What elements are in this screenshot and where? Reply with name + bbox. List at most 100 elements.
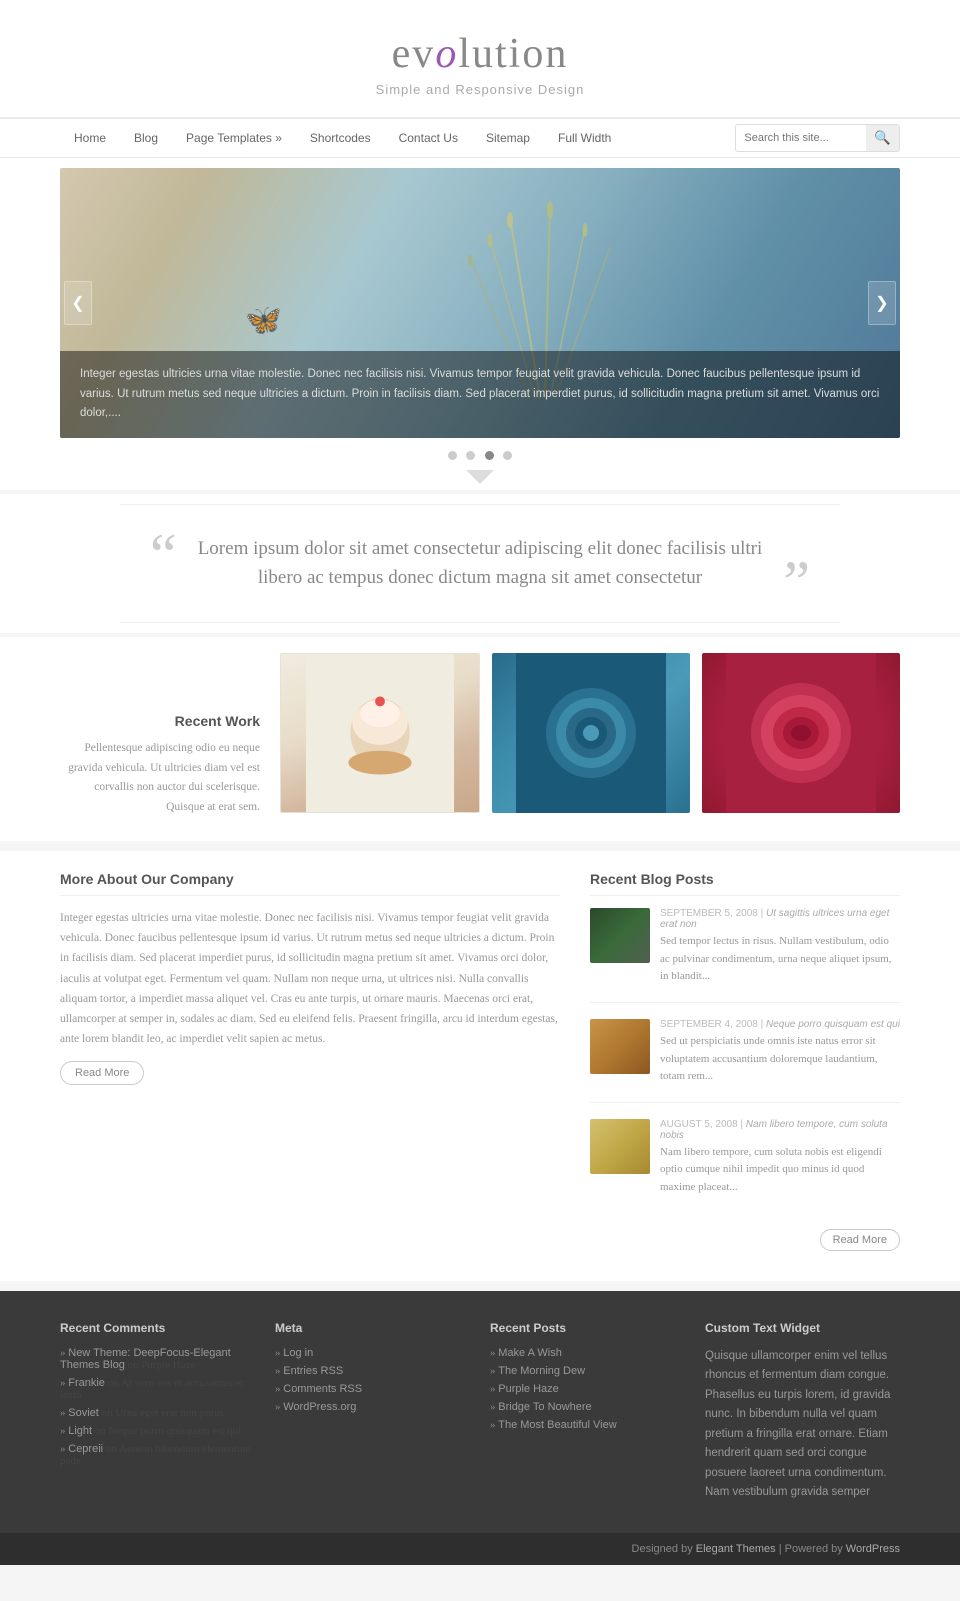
image-slider: 🦋 ❮ ❯ Integer egestas ultricies urna vit… — [60, 168, 900, 438]
quote-mark-right: ” — [783, 552, 810, 612]
footer-recent-comments: Recent Comments New Theme: DeepFocus-Ele… — [60, 1321, 255, 1503]
work-image-cupcake[interactable] — [280, 653, 480, 813]
site-header: evolution Simple and Responsive Design — [0, 0, 960, 118]
logo-o: o — [435, 31, 458, 77]
nav-menu: Home Blog Page Templates » Shortcodes Co… — [60, 119, 735, 157]
nav-link-blog[interactable]: Blog — [120, 119, 172, 157]
about-read-more[interactable]: Read More — [60, 1061, 144, 1085]
navigation-bar: Home Blog Page Templates » Shortcodes Co… — [0, 118, 960, 158]
footer-widget-text: Quisque ullamcorper enim vel tellus rhon… — [705, 1347, 900, 1503]
nav-link-contact[interactable]: Contact Us — [385, 119, 472, 157]
nav-link-templates[interactable]: Page Templates » — [172, 119, 296, 157]
blog-post-3-content: AUGUST 5, 2008 | Nam libero tempore, cum… — [660, 1119, 900, 1197]
blog-thumb-3[interactable] — [590, 1119, 650, 1174]
footer-post-4: Bridge To Nowhere — [490, 1401, 685, 1413]
blog-post-1-excerpt: Sed tempor lectus in risus. Nullam vesti… — [660, 933, 900, 986]
nav-item-contact[interactable]: Contact Us — [385, 119, 472, 157]
footer-grid: Recent Comments New Theme: DeepFocus-Ele… — [60, 1321, 900, 1503]
footer-meta-comments-link[interactable]: Comments RSS — [283, 1383, 362, 1395]
footer-meta-heading: Meta — [275, 1321, 470, 1335]
slider-prev-button[interactable]: ❮ — [64, 281, 92, 325]
blog-heading: Recent Blog Posts — [590, 871, 900, 896]
slider-dots — [60, 438, 900, 470]
footer-comment-3: Soviet on Urna eget erat non purus — [60, 1407, 255, 1419]
footer-bottom-text: Designed by Elegant Themes | Powered by … — [632, 1543, 900, 1555]
footer-comment-4-link[interactable]: Light — [68, 1425, 92, 1437]
about-section: More About Our Company Integer egestas u… — [60, 871, 560, 1250]
recent-work-description: Pellentesque adipiscing odio eu neque gr… — [60, 739, 260, 817]
about-heading: More About Our Company — [60, 871, 560, 896]
footer-meta-entries-link[interactable]: Entries RSS — [283, 1365, 343, 1377]
footer-post-3: Purple Haze — [490, 1383, 685, 1395]
slider-caption: Integer egestas ultricies urna vitae mol… — [60, 351, 900, 438]
nav-item-blog[interactable]: Blog — [120, 119, 172, 157]
work-text: Recent Work Pellentesque adipiscing odio… — [60, 653, 260, 817]
blog-thumb-2[interactable] — [590, 1019, 650, 1074]
footer-post-4-link[interactable]: Bridge To Nowhere — [498, 1401, 591, 1413]
blog-post-3-meta: AUGUST 5, 2008 | Nam libero tempore, cum… — [660, 1119, 900, 1141]
work-image-succulent[interactable] — [492, 653, 690, 813]
footer-meta-login: Log in — [275, 1347, 470, 1359]
nav-item-home[interactable]: Home — [60, 119, 120, 157]
footer-post-3-link[interactable]: Purple Haze — [498, 1383, 559, 1395]
slider-dot-1[interactable] — [448, 451, 457, 460]
blog-read-more: Read More — [590, 1229, 900, 1251]
nav-item-shortcodes[interactable]: Shortcodes — [296, 119, 385, 157]
footer-custom-widget: Custom Text Widget Quisque ullamcorper e… — [705, 1321, 900, 1503]
elegant-themes-link[interactable]: Elegant Themes — [696, 1543, 776, 1555]
footer-comment-5: Cepreii on Aenean bibendum elementum ped… — [60, 1443, 255, 1467]
footer-post-2-link[interactable]: The Morning Dew — [498, 1365, 585, 1377]
quote-section-wrapper: “ Lorem ipsum dolor sit amet consectetur… — [0, 494, 960, 633]
footer-meta-login-link[interactable]: Log in — [283, 1347, 313, 1359]
nav-link-shortcodes[interactable]: Shortcodes — [296, 119, 385, 157]
footer-posts-list: Make A Wish The Morning Dew Purple Haze … — [490, 1347, 685, 1431]
search-button[interactable]: 🔍 — [866, 125, 899, 151]
slider-dot-4[interactable] — [503, 451, 512, 460]
footer-meta-comments: Comments RSS — [275, 1383, 470, 1395]
blog-thumb-1[interactable] — [590, 908, 650, 963]
footer-comment-3-link[interactable]: Soviet — [68, 1407, 99, 1419]
footer-post-1: Make A Wish — [490, 1347, 685, 1359]
recent-work-heading: Recent Work — [60, 713, 260, 729]
wordpress-link[interactable]: WordPress — [846, 1543, 900, 1555]
footer-post-1-link[interactable]: Make A Wish — [498, 1347, 562, 1359]
blog-read-more-button[interactable]: Read More — [820, 1229, 900, 1251]
footer-comment-2: Frankie on At vero eos et accusamus et i… — [60, 1377, 255, 1401]
blog-post-1-content: SEPTEMBER 5, 2008 | Ut sagittis ultrices… — [660, 908, 900, 986]
footer-comments-list: New Theme: DeepFocus-Elegant Themes Blog… — [60, 1347, 255, 1467]
slider-butterfly: 🦋 — [245, 303, 282, 338]
nav-item-sitemap[interactable]: Sitemap — [472, 119, 544, 157]
nav-link-home[interactable]: Home — [60, 119, 120, 157]
footer-comment-5-link[interactable]: Cepreii — [68, 1443, 103, 1455]
work-image-rose[interactable] — [702, 653, 900, 813]
footer-comment-1-link[interactable]: New Theme: DeepFocus-Elegant Themes Blog — [60, 1347, 231, 1371]
footer-comment-4: Light on Neque porro quisquam est qui — [60, 1425, 255, 1437]
slider-dot-2[interactable] — [466, 451, 475, 460]
blog-post-1: SEPTEMBER 5, 2008 | Ut sagittis ultrices… — [590, 908, 900, 1003]
site-logo: evolution — [0, 30, 960, 78]
footer-post-2: The Morning Dew — [490, 1365, 685, 1377]
about-text: Integer egestas ultricies urna vitae mol… — [60, 908, 560, 1049]
nav-link-sitemap[interactable]: Sitemap — [472, 119, 544, 157]
recent-work-section: Recent Work Pellentesque adipiscing odio… — [0, 637, 960, 841]
blog-post-2-title[interactable]: Neque porro quisquam est qui — [766, 1019, 900, 1030]
footer-meta-wordpress: WordPress.org — [275, 1401, 470, 1413]
site-tagline: Simple and Responsive Design — [0, 82, 960, 97]
search-input[interactable] — [736, 127, 866, 149]
slider-dot-3[interactable] — [485, 451, 494, 460]
nav-item-templates[interactable]: Page Templates » — [172, 119, 296, 157]
footer: Recent Comments New Theme: DeepFocus-Ele… — [0, 1291, 960, 1533]
footer-recent-posts: Recent Posts Make A Wish The Morning Dew… — [490, 1321, 685, 1503]
footer-post-5-link[interactable]: The Most Beautiful View — [498, 1419, 616, 1431]
nav-item-fullwidth[interactable]: Full Width — [544, 119, 625, 157]
nav-link-fullwidth[interactable]: Full Width — [544, 119, 625, 157]
logo-evo: ev — [392, 31, 436, 77]
footer-comment-2-link[interactable]: Frankie — [68, 1377, 105, 1389]
slider-next-button[interactable]: ❯ — [868, 281, 896, 325]
quote-block: “ Lorem ipsum dolor sit amet consectetur… — [120, 504, 840, 623]
work-images — [280, 653, 900, 817]
slider-section: 🦋 ❮ ❯ Integer egestas ultricies urna vit… — [0, 158, 960, 490]
slider-bottom-decoration — [60, 470, 900, 490]
footer-meta-wordpress-link[interactable]: WordPress.org — [283, 1401, 356, 1413]
rose-svg — [702, 653, 900, 813]
